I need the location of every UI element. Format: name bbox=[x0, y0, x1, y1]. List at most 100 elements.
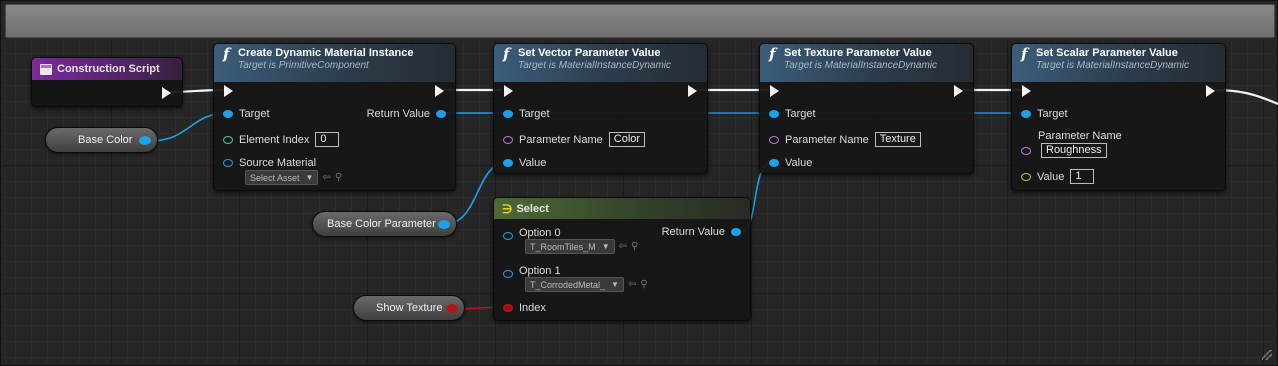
source-material-picker[interactable]: Select Asset ▼ ⇦ ⚲ bbox=[245, 170, 342, 185]
create-dynamic-material-instance-node[interactable]: f Create Dynamic Material Instance Targe… bbox=[213, 43, 456, 191]
target-pin[interactable]: Target bbox=[503, 108, 550, 120]
return-value-pin[interactable]: Return Value bbox=[367, 108, 446, 120]
source-material-pin[interactable]: Source Material bbox=[223, 157, 316, 169]
value-label: Value bbox=[519, 157, 547, 169]
set-texture-parameter-value-node[interactable]: f Set Texture Parameter Value Target is … bbox=[759, 43, 974, 174]
option1-label: Option 1 bbox=[519, 265, 561, 277]
return-value-pin[interactable]: Return Value bbox=[662, 226, 741, 238]
exec-out-pin[interactable] bbox=[1206, 85, 1215, 97]
base-color-variable[interactable]: Base Color bbox=[45, 127, 158, 153]
value-pin-dot[interactable] bbox=[769, 159, 779, 167]
use-selected-icon[interactable]: ⇦ bbox=[628, 279, 636, 290]
exec-in-pin[interactable] bbox=[224, 85, 233, 97]
base-color-parameter-variable[interactable]: Base Color Parameter bbox=[312, 211, 457, 237]
value-pin-dot[interactable] bbox=[503, 159, 513, 167]
parameter-name-pin[interactable]: Parameter Name Texture bbox=[769, 132, 921, 147]
browse-search-icon[interactable]: ⚲ bbox=[631, 241, 638, 252]
option1-pin-dot[interactable] bbox=[503, 270, 513, 278]
exec-in-pin[interactable] bbox=[504, 85, 513, 97]
node-subtitle: Target is PrimitiveComponent bbox=[238, 60, 369, 71]
return-value-pin-dot[interactable] bbox=[731, 228, 741, 236]
set-scalar-parameter-value-node[interactable]: f Set Scalar Parameter Value Target is M… bbox=[1011, 43, 1226, 191]
set-vector-parameter-value-node[interactable]: f Set Vector Parameter Value Target is M… bbox=[493, 43, 708, 174]
parameter-name-pin[interactable]: Roughness bbox=[1021, 143, 1107, 158]
option1-picker[interactable]: T_CorrodedMetal_ ▼ ⇦ ⚲ bbox=[525, 277, 648, 292]
option0-dropdown[interactable]: T_RoomTiles_M ▼ bbox=[525, 239, 615, 254]
option1-dropdown[interactable]: T_CorrodedMetal_ ▼ bbox=[525, 277, 624, 292]
target-pin[interactable]: Target bbox=[769, 108, 816, 120]
parameter-name-pin-dot[interactable] bbox=[1021, 146, 1031, 155]
target-pin[interactable]: Target bbox=[1021, 108, 1068, 120]
parameter-name-label: Parameter Name bbox=[1038, 130, 1122, 142]
node-title: Set Texture Parameter Value bbox=[784, 47, 932, 59]
target-pin-dot[interactable] bbox=[769, 110, 779, 118]
index-pin[interactable]: Index bbox=[503, 302, 546, 314]
option0-picker[interactable]: T_RoomTiles_M ▼ ⇦ ⚲ bbox=[525, 239, 638, 254]
value-label: Value bbox=[1037, 170, 1065, 183]
node-title: Set Vector Parameter Value bbox=[518, 47, 661, 59]
exec-in-pin[interactable] bbox=[1022, 85, 1031, 97]
return-value-pin-dot[interactable] bbox=[436, 110, 446, 118]
parameter-name-input[interactable]: Texture bbox=[874, 132, 921, 147]
element-index-input[interactable]: 0 bbox=[315, 132, 340, 147]
show-texture-out-pin[interactable] bbox=[446, 304, 458, 313]
base-color-parameter-out-pin[interactable] bbox=[438, 220, 450, 229]
parameter-name-label: Parameter Name bbox=[785, 133, 869, 146]
option1-pin[interactable]: Option 1 bbox=[503, 264, 561, 278]
target-pin-dot[interactable] bbox=[503, 110, 513, 118]
resize-grip-icon[interactable] bbox=[1262, 350, 1272, 360]
exec-in-pin[interactable] bbox=[770, 85, 779, 97]
index-pin-dot[interactable] bbox=[503, 304, 513, 312]
target-pin-dot[interactable] bbox=[223, 110, 233, 118]
parameter-name-pin-dot[interactable] bbox=[503, 135, 513, 144]
index-label: Index bbox=[519, 302, 546, 314]
source-material-dropdown[interactable]: Select Asset ▼ bbox=[245, 170, 319, 185]
value-input[interactable]: 1 bbox=[1070, 169, 1095, 184]
source-material-pin-dot[interactable] bbox=[223, 159, 233, 167]
use-selected-icon[interactable]: ⇦ bbox=[619, 241, 627, 252]
parameter-name-label-row: Parameter Name bbox=[1038, 130, 1122, 142]
use-selected-icon[interactable]: ⇦ bbox=[322, 172, 330, 183]
target-pin-dot[interactable] bbox=[1021, 110, 1031, 118]
value-pin-dot[interactable] bbox=[1021, 172, 1031, 181]
value-pin[interactable]: Value bbox=[503, 157, 546, 169]
node-header: f Set Vector Parameter Value Target is M… bbox=[494, 44, 707, 82]
construction-script-node[interactable]: Construction Script bbox=[31, 57, 183, 107]
exec-out-pin[interactable] bbox=[162, 87, 171, 99]
source-material-value: Select Asset bbox=[250, 172, 300, 183]
value-pin[interactable]: Value 1 bbox=[1021, 169, 1095, 184]
select-node[interactable]: ∋ Select Option 0 T_RoomTiles_M ▼ ⇦ ⚲ Re… bbox=[493, 197, 751, 321]
browse-search-icon[interactable]: ⚲ bbox=[335, 172, 342, 183]
parameter-name-input[interactable]: Color bbox=[608, 132, 646, 147]
node-header: f Set Texture Parameter Value Target is … bbox=[760, 44, 973, 82]
function-icon: f bbox=[769, 45, 776, 63]
value-label: Value bbox=[785, 157, 813, 169]
function-icon: f bbox=[503, 45, 510, 63]
target-pin[interactable]: Target bbox=[223, 108, 270, 120]
element-index-label: Element Index bbox=[239, 133, 310, 146]
exec-out-pin[interactable] bbox=[435, 85, 444, 97]
base-color-out-pin[interactable] bbox=[139, 136, 151, 145]
option0-pin[interactable]: Option 0 bbox=[503, 226, 561, 240]
option0-pin-dot[interactable] bbox=[503, 232, 513, 240]
exec-out-pin[interactable] bbox=[954, 85, 963, 97]
element-index-pin-dot[interactable] bbox=[223, 135, 233, 144]
parameter-name-input[interactable]: Roughness bbox=[1041, 143, 1107, 158]
parameter-name-pin-dot[interactable] bbox=[769, 135, 779, 144]
function-icon: f bbox=[223, 45, 230, 63]
value-pin[interactable]: Value bbox=[769, 157, 812, 169]
node-header: f Set Scalar Parameter Value Target is M… bbox=[1012, 44, 1225, 82]
chevron-down-icon: ▼ bbox=[305, 173, 314, 182]
construction-script-title: Construction Script bbox=[57, 63, 160, 75]
node-subtitle: Target is MaterialInstanceDynamic bbox=[1036, 60, 1190, 71]
element-index-pin[interactable]: Element Index 0 bbox=[223, 132, 340, 147]
exec-out-pin[interactable] bbox=[688, 85, 697, 97]
parameter-name-pin[interactable]: Parameter Name Color bbox=[503, 132, 646, 147]
target-label: Target bbox=[519, 108, 550, 120]
browse-search-icon[interactable]: ⚲ bbox=[640, 279, 647, 290]
parameter-name-label: Parameter Name bbox=[519, 133, 603, 146]
target-label: Target bbox=[785, 108, 816, 120]
option1-value: T_CorrodedMetal_ bbox=[530, 279, 606, 290]
chevron-down-icon: ▼ bbox=[611, 280, 619, 289]
show-texture-variable[interactable]: Show Texture bbox=[353, 295, 465, 321]
